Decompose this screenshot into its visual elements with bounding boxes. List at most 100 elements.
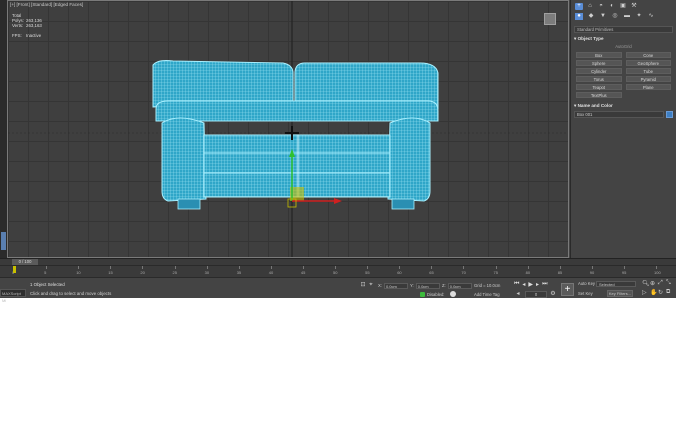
checkbox-icon[interactable] [420, 291, 425, 297]
track-tick [142, 266, 144, 269]
time-slider[interactable]: 0 / 100 [0, 258, 676, 265]
autogrid-checkbox[interactable]: AutoGrid [571, 44, 676, 49]
track-tick [110, 266, 112, 269]
track-tick [206, 266, 208, 269]
goto-start-icon[interactable]: ⏮ [514, 281, 519, 288]
spacewarps-icon[interactable]: ✦ [635, 13, 643, 20]
motion-tab[interactable]: ◐ [608, 3, 616, 10]
plane-button[interactable]: Plane [625, 84, 671, 90]
z-coordinate: Z: 0.0cm [442, 282, 472, 289]
sphere-button[interactable]: Sphere [576, 60, 622, 66]
zoom-extents-all-icon[interactable]: ⤡ [666, 280, 674, 287]
selection-set-dropdown[interactable]: Selected [596, 281, 636, 287]
adaptive-degradation[interactable]: Disabled: [420, 291, 457, 297]
geometry-icon[interactable]: ● [575, 13, 583, 20]
object-color-swatch[interactable] [666, 111, 673, 118]
track-tick [656, 266, 657, 269]
current-frame-marker[interactable] [13, 266, 16, 273]
hierarchy-tab[interactable]: ◓ [597, 3, 605, 10]
teapot-button[interactable]: Teapot [576, 84, 622, 90]
absolute-mode-icon[interactable]: ⌖ [368, 282, 374, 288]
geosphere-button[interactable]: GeoSphere [625, 60, 671, 66]
name-and-color-rollout[interactable]: ▾ Name and Color [574, 103, 673, 109]
pyramid-button[interactable]: Pyramid [625, 76, 671, 82]
orbit-icon[interactable]: ↻ [658, 289, 666, 296]
track-tick-label: 5 [44, 270, 47, 275]
modify-tab[interactable]: ⌂ [586, 3, 594, 10]
viewport-navigation: 🔍︎ ⊕ ⤢ ⤡ ▷ ✋ ↻ ⧉ [642, 280, 674, 296]
x-field[interactable]: 0.0cm [383, 282, 408, 289]
set-keys-button[interactable]: + [561, 283, 574, 296]
lights-icon[interactable]: ▼ [599, 13, 607, 20]
cameras-icon[interactable]: ◎ [611, 13, 619, 20]
track-tick [270, 266, 272, 269]
track-tick-label: 10 [76, 270, 81, 275]
systems-icon[interactable]: ∿ [647, 13, 655, 20]
track-tick-label: 80 [525, 270, 531, 275]
cone-button[interactable]: Cone [625, 52, 671, 58]
key-mode-icon[interactable]: ◂ [515, 291, 521, 297]
field-of-view-icon[interactable]: ▷ [642, 289, 650, 296]
time-config-icon[interactable]: ⚙ [550, 291, 556, 297]
object-type-rollout[interactable]: ▾ Object Type [574, 36, 673, 42]
lock-selection-icon[interactable]: ⊡ [360, 282, 366, 288]
set-key-button[interactable]: Set Key [578, 291, 593, 296]
3dsmax-window: [+] [Front] [Standard] [Edged Faces] Tot… [0, 0, 676, 303]
track-tick [78, 266, 80, 269]
front-viewport[interactable]: [+] [Front] [Standard] [Edged Faces] Tot… [7, 0, 569, 258]
track-tick-label: 85 [557, 270, 563, 275]
track-tick-label: 55 [365, 270, 370, 275]
track-tick-label: 25 [172, 270, 177, 275]
track-tick-label: 65 [429, 270, 434, 275]
zoom-all-icon[interactable]: ⊕ [650, 280, 658, 287]
sofa-wireframe-model[interactable] [8, 1, 569, 258]
goto-end-icon[interactable]: ⏭ [542, 281, 547, 288]
box-button[interactable]: Box [576, 52, 622, 58]
track-tick-label: 45 [300, 270, 306, 275]
play-icon[interactable]: ▶ [528, 281, 533, 288]
track-tick [238, 266, 240, 269]
display-tab[interactable]: ▣ [619, 3, 627, 10]
track-tick-label: 75 [493, 270, 498, 275]
auto-key-button[interactable]: Auto Key [578, 281, 595, 286]
utilities-tab[interactable]: ⚒ [630, 3, 638, 10]
prev-frame-icon[interactable]: ◂ [522, 281, 525, 288]
track-tick [559, 266, 561, 269]
key-filters-button[interactable]: Key Filters... [607, 290, 633, 297]
zoom-icon[interactable]: 🔍︎ [642, 280, 650, 287]
helpers-icon[interactable]: ▬ [623, 13, 631, 20]
track-tick [46, 266, 48, 269]
z-field[interactable]: 0.0cm [447, 282, 472, 289]
track-tick-label: 60 [397, 270, 402, 275]
track-bar[interactable]: 0510152025303540455055606570758085909510… [0, 265, 676, 277]
maximize-viewport-icon[interactable]: ⧉ [666, 289, 674, 296]
clock-icon[interactable] [450, 291, 457, 297]
cylinder-button[interactable]: Cylinder [576, 68, 622, 74]
track-tick [495, 266, 497, 269]
track-tick-label: 35 [236, 270, 242, 275]
next-frame-icon[interactable]: ▸ [536, 281, 539, 288]
y-field[interactable]: 0.0cm [415, 282, 440, 289]
y-coordinate: Y: 0.0cm [410, 282, 440, 289]
x-label: X: [378, 283, 382, 288]
name-and-color-title: Name and Color [577, 103, 613, 108]
textplus-button[interactable]: TextPlus [576, 92, 622, 98]
object-name-field[interactable]: Box 001 [574, 111, 664, 118]
create-tab[interactable]: + [575, 3, 583, 10]
viewport-layout-tab[interactable] [1, 232, 6, 250]
z-label: Z: [442, 283, 446, 288]
current-frame-field[interactable]: 0 [525, 291, 547, 298]
add-time-tag[interactable]: Add Time Tag [474, 292, 500, 297]
track-tick-label: 20 [140, 270, 145, 275]
zoom-extents-icon[interactable]: ⤢ [658, 280, 666, 287]
right-arm [387, 117, 431, 202]
torus-button[interactable]: Torus [576, 76, 622, 82]
playback-controls: ⏮ ◂ ▶ ▸ ⏭ [514, 281, 547, 288]
left-foot [177, 198, 201, 210]
maxscript-listener[interactable]: MAXScript Mi [0, 289, 26, 303]
pan-icon[interactable]: ✋ [650, 289, 658, 296]
shapes-icon[interactable]: ◆ [587, 13, 595, 20]
track-tick [367, 266, 369, 269]
tube-button[interactable]: Tube [625, 68, 671, 74]
category-dropdown[interactable]: Standard Primitives [574, 26, 673, 33]
